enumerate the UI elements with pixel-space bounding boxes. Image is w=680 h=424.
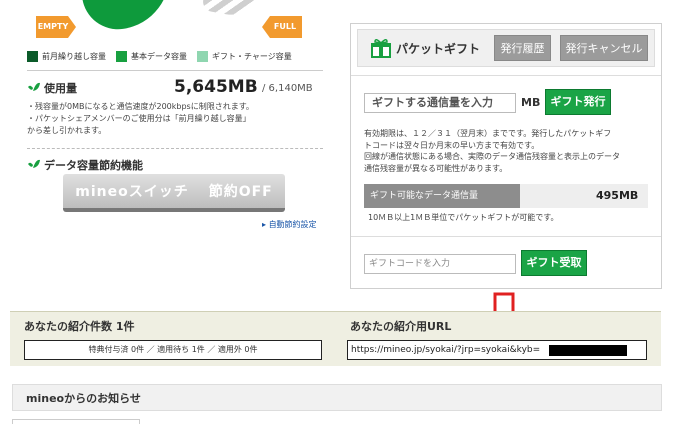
switch-brand: mineoスイッチ — [75, 184, 189, 200]
saving-heading: データ容量節約機能 — [27, 157, 143, 173]
legend-swatch — [197, 51, 208, 62]
gauge-legend: 前月繰り越し容量 基本データ容量 ギフト・チャージ容量 — [27, 51, 302, 62]
usage-notes: ・残容量が0MBになると通信速度が200kbpsに制限されます。 ・パケットシェ… — [27, 101, 254, 137]
divider — [351, 75, 661, 76]
legend-label: 基本データ容量 — [131, 52, 187, 61]
news-tab-edge — [12, 419, 140, 424]
gift-note: 有効期限は、１２／３１（翌月末）までです。発行したパケットギフ トコードは翌々日… — [364, 128, 654, 174]
usage-heading: 使用量 — [27, 80, 77, 96]
legend-carryover: 前月繰り越し容量 — [27, 51, 106, 62]
news-title: mineoからのお知らせ — [26, 392, 141, 405]
divider — [351, 236, 661, 237]
usage-heading-text: 使用量 — [44, 82, 77, 95]
legend-basic: 基本データ容量 — [116, 51, 187, 62]
legend-label: 前月繰り越し容量 — [42, 52, 106, 61]
referral-count-title: あなたの紹介件数 1件 — [24, 320, 135, 333]
leaf-icon — [27, 82, 41, 94]
mineo-switch-button[interactable]: mineoスイッチ 節約OFF — [63, 174, 285, 212]
redaction-block — [549, 345, 627, 356]
available-gift-value: 495MB — [596, 189, 639, 202]
gift-box-icon — [370, 38, 392, 58]
packet-gift-title-text: パケットギフト — [396, 41, 481, 56]
gift-unit-note: 10ＭＢ以上1ＭＢ単位でパケットギフトが可能です。 — [368, 213, 559, 222]
issue-history-button[interactable]: 発行履歴 — [494, 35, 551, 61]
referral-count-detail: 特典付与済 0件 ／ 適用待ち 1件 ／ 適用外 0件 — [24, 340, 322, 360]
switch-state: 節約OFF — [208, 184, 273, 200]
usage-note-line: ・残容量が0MBになると通信速度が200kbpsに制限されます。 — [27, 102, 254, 111]
issue-cancel-button[interactable]: 発行キャンセル — [560, 35, 648, 61]
usage-note-line: ・パケットシェアメンバーのご使用分は「前月繰り越し容量」 — [27, 114, 251, 123]
legend-label: ギフト・チャージ容量 — [212, 52, 292, 61]
gift-receive-button[interactable]: ギフト受取 — [521, 250, 587, 276]
divider — [27, 148, 323, 149]
auto-saving-settings-link[interactable]: ▸ 自動節約設定 — [262, 219, 317, 230]
divider — [27, 70, 323, 71]
gift-note-line: 有効期限は、１２／３１（翌月末）までです。発行したパケットギフ — [364, 129, 612, 138]
legend-gift: ギフト・チャージ容量 — [197, 51, 292, 62]
usage-total: / 6,140MB — [262, 83, 313, 94]
referral-url-title: あなたの紹介用URL — [350, 320, 452, 333]
gift-note-line: トコードは翌々日か月末の早い方まで有効です。 — [364, 140, 540, 150]
gauge-full-label: FULL — [262, 16, 302, 38]
gift-amount-input[interactable]: ギフトする通信量を入力 — [364, 93, 516, 113]
packet-gift-title: パケットギフト — [370, 38, 480, 58]
gift-note-line: 回線が通信状態にある場合、実際のデータ通信残容量と表示上のデータ — [364, 152, 620, 161]
gift-code-input[interactable]: ギフトコードを入力 — [364, 254, 516, 274]
available-gift-label: ギフト可能なデータ通信量 — [364, 184, 520, 208]
gauge-remaining-arc — [201, 0, 264, 20]
gift-amount-unit: MB — [521, 96, 541, 109]
usage-value: 5,645MB — [174, 77, 258, 97]
legend-swatch — [116, 51, 127, 62]
gauge-empty-label: EMPTY — [36, 16, 76, 38]
auto-saving-settings-label: 自動節約設定 — [268, 220, 317, 229]
usage-note-line: から差し引かれます。 — [27, 126, 107, 135]
gift-issue-button[interactable]: ギフト発行 — [545, 89, 611, 115]
legend-swatch — [27, 51, 38, 62]
leaf-icon — [27, 159, 41, 171]
gauge-used-arc — [77, 0, 177, 34]
gift-note-line: 通信残容量が異なる可能性があります。 — [364, 163, 508, 173]
saving-heading-text: データ容量節約機能 — [44, 159, 143, 172]
